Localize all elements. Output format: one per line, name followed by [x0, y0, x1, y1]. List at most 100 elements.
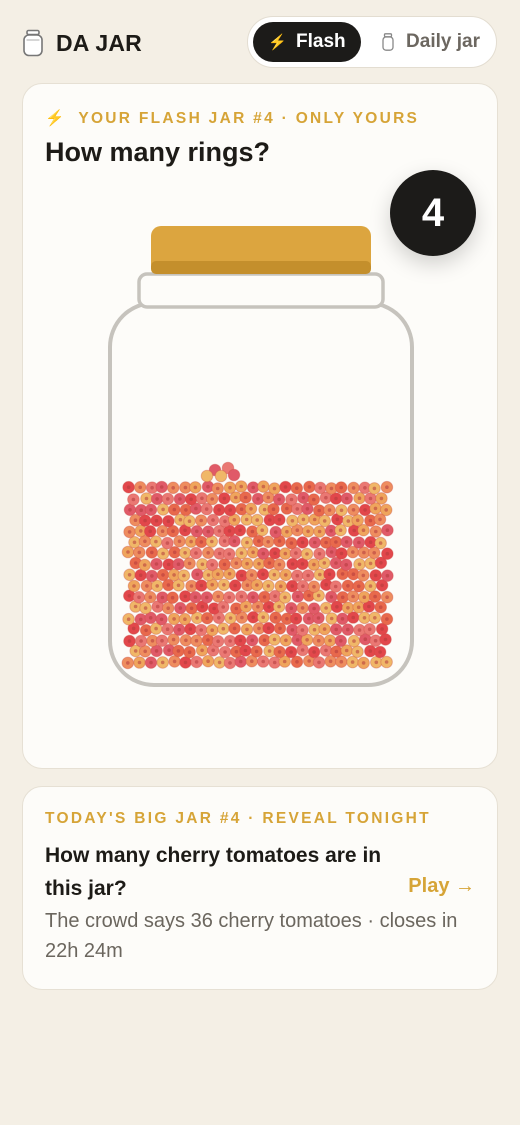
- tomato-center: [182, 573, 186, 578]
- tomato-center: [254, 649, 259, 654]
- tomato-center: [133, 518, 138, 522]
- tomato-center: [262, 507, 267, 512]
- tomato-center: [189, 584, 194, 588]
- tomato-center: [261, 572, 265, 577]
- tomato-center: [243, 495, 248, 500]
- tomato-center: [221, 605, 225, 609]
- tomato-center: [322, 519, 327, 523]
- daily-jar-card[interactable]: TODAY'S BIG JAR #4 · REVEAL TONIGHT How …: [22, 786, 498, 990]
- tomato-center: [316, 638, 321, 643]
- tomato-center: [338, 528, 343, 532]
- tomato-center: [166, 606, 170, 610]
- tomato: [227, 468, 241, 482]
- tomato-center: [232, 539, 237, 543]
- tomato-center: [279, 584, 283, 589]
- tomato-center: [160, 638, 164, 643]
- tomato-center: [194, 660, 199, 664]
- tomato-center: [295, 486, 299, 491]
- tomato-center: [144, 628, 148, 633]
- tomato-center: [217, 660, 222, 665]
- tomato-center: [289, 541, 294, 545]
- tomato-center: [228, 485, 232, 490]
- tomato-center: [199, 628, 203, 632]
- tomato-center: [351, 594, 355, 599]
- tomato-center: [138, 573, 143, 577]
- tomato-center: [139, 508, 143, 512]
- tomato-center: [189, 539, 193, 544]
- tomato-center: [178, 606, 183, 610]
- tomato-center: [183, 528, 187, 533]
- tomato-center: [187, 561, 192, 566]
- app-title: DA JAR: [56, 29, 142, 56]
- tomato-center: [239, 507, 244, 512]
- tomato-center: [159, 617, 164, 622]
- tomato-center: [367, 627, 372, 632]
- tomato-center: [184, 638, 188, 643]
- flash-mode-button[interactable]: ⚡ Flash: [253, 22, 361, 62]
- tomato-center: [352, 639, 356, 643]
- tomato-center: [211, 648, 215, 653]
- tomato-center: [149, 508, 153, 512]
- tomato-center: [239, 551, 244, 555]
- tomato-center: [267, 605, 271, 609]
- tomato-center: [324, 648, 328, 653]
- tomato-center: [278, 626, 282, 631]
- tomato-center: [373, 616, 377, 620]
- tomato-center: [333, 584, 338, 589]
- tomato-center: [373, 594, 377, 599]
- tomato-center: [183, 551, 187, 555]
- tomato-center: [384, 660, 389, 664]
- tomato-center: [305, 507, 310, 511]
- tomato-center: [312, 627, 317, 632]
- tomato-center: [223, 519, 227, 524]
- tomato-center: [351, 572, 356, 576]
- tomato-center: [222, 583, 226, 587]
- tomato-center: [344, 540, 349, 544]
- tomato-center: [249, 507, 253, 511]
- tomato-center: [373, 573, 378, 578]
- tomato-center: [340, 595, 345, 600]
- tomato-center: [285, 617, 289, 621]
- tomato-center: [285, 506, 289, 511]
- tomato-center: [128, 508, 132, 512]
- tomato-center: [212, 606, 216, 611]
- tomato-center: [250, 638, 254, 643]
- tomato-center: [195, 529, 199, 534]
- tomato-center: [205, 595, 209, 600]
- tomato-center: [385, 617, 389, 621]
- tomato-center: [205, 616, 209, 620]
- tomato-center: [154, 562, 159, 566]
- tomato-center: [176, 583, 181, 588]
- tomato: [214, 469, 228, 483]
- tomato-center: [228, 508, 232, 512]
- tomato-center: [161, 573, 165, 577]
- jar-icon: [23, 29, 43, 57]
- tomato-center: [199, 583, 204, 588]
- tomato-center: [307, 659, 312, 663]
- daily-jar-mode-button[interactable]: Daily jar: [372, 22, 490, 62]
- tomato-center: [177, 539, 182, 544]
- tomato-center: [228, 661, 232, 665]
- tomato-center: [257, 539, 261, 543]
- tomato-center: [155, 604, 160, 609]
- tomato-center: [195, 616, 199, 620]
- tomato-center: [206, 529, 211, 534]
- tomato-center: [199, 518, 203, 523]
- tomato-center: [295, 660, 299, 664]
- tomato-center: [187, 519, 192, 523]
- tomato-center: [228, 639, 232, 643]
- tomato-center: [300, 628, 305, 632]
- tomato: [200, 469, 214, 483]
- tomato-center: [356, 584, 361, 589]
- tomato-center: [142, 563, 147, 567]
- tomato-center: [368, 540, 373, 544]
- tomato-center: [172, 550, 177, 555]
- tomato-center: [329, 529, 333, 533]
- play-link[interactable]: Play →: [408, 875, 475, 898]
- tomato-center: [155, 497, 159, 501]
- tomato-center: [139, 639, 143, 643]
- tomato-center: [232, 626, 237, 631]
- tomato-center: [383, 637, 388, 642]
- tomato-center: [322, 561, 327, 565]
- tomato-center: [317, 660, 321, 665]
